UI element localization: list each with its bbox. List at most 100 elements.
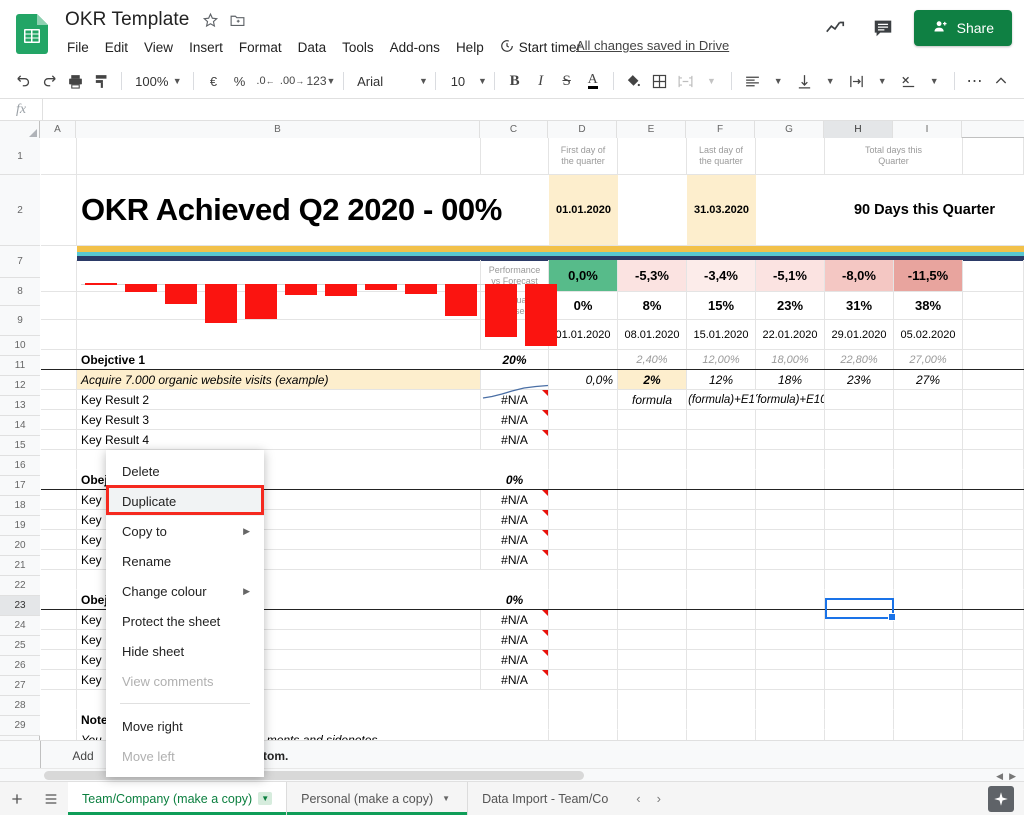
cell-h24[interactable]: [825, 630, 894, 650]
horizontal-align-icon[interactable]: [739, 68, 765, 94]
cell-f23[interactable]: [687, 610, 756, 630]
menu-help[interactable]: Help: [448, 37, 492, 58]
cell-e1[interactable]: [618, 138, 687, 175]
cell-b10-objective1[interactable]: Obejctive 1: [77, 350, 481, 369]
row-header-7[interactable]: 7: [0, 246, 40, 278]
cell-d19[interactable]: [549, 530, 618, 550]
cell-c23-na[interactable]: #N/A: [481, 610, 549, 630]
cell-a18[interactable]: [41, 510, 77, 530]
cell-f9-date[interactable]: 15.01.2020: [687, 320, 756, 350]
cell-i7-perf[interactable]: -11,5%: [894, 260, 963, 292]
italic-button[interactable]: I: [528, 68, 554, 94]
menu-file[interactable]: File: [62, 37, 97, 58]
cell-e24[interactable]: [618, 630, 687, 650]
font-size-selector[interactable]: 10 ▼: [443, 74, 487, 89]
cell-g22[interactable]: [756, 590, 825, 609]
cell-d8[interactable]: 0%: [549, 292, 618, 320]
cell-a1[interactable]: [41, 138, 77, 175]
cell-h27[interactable]: [825, 690, 894, 710]
context-menu-item-copy-to[interactable]: Copy to ▶: [106, 516, 264, 546]
increase-decimal-button[interactable]: .00 →: [278, 68, 305, 94]
cell-f21[interactable]: [687, 570, 756, 590]
cell-e8[interactable]: 8%: [618, 292, 687, 320]
cell-j16[interactable]: [963, 470, 1024, 489]
cell-d27[interactable]: [549, 690, 618, 710]
cell-d16[interactable]: [549, 470, 618, 489]
cell-a7[interactable]: [41, 260, 77, 292]
cell-a23[interactable]: [41, 610, 77, 630]
cell-h15[interactable]: [825, 450, 894, 470]
cell-g27[interactable]: [756, 690, 825, 710]
cell-b7[interactable]: [77, 260, 481, 292]
cell-e2[interactable]: [618, 175, 687, 246]
cell-d1[interactable]: First day of the quarter: [549, 138, 618, 175]
cell-c17-na[interactable]: #N/A: [481, 490, 549, 510]
cell-h8[interactable]: 31%: [825, 292, 894, 320]
menu-insert[interactable]: Insert: [181, 37, 231, 58]
row-header-1[interactable]: 1: [0, 138, 40, 175]
cell-e7-perf[interactable]: -5,3%: [618, 260, 687, 292]
cell-a13[interactable]: [41, 410, 77, 430]
cell-g9-date[interactable]: 22.01.2020: [756, 320, 825, 350]
cell-a2[interactable]: [41, 175, 77, 246]
cell-i15[interactable]: [894, 450, 963, 470]
row-header-13[interactable]: 13: [0, 396, 40, 416]
cell-h16[interactable]: [825, 470, 894, 489]
cell-f1[interactable]: Last day of the quarter: [687, 138, 756, 175]
context-menu-item-rename[interactable]: Rename: [106, 546, 264, 576]
vertical-align-icon[interactable]: [791, 68, 817, 94]
cell-f24[interactable]: [687, 630, 756, 650]
cell-b12-kr[interactable]: Key Result 2: [77, 390, 481, 410]
cell-g8[interactable]: 23%: [756, 292, 825, 320]
cell-d15[interactable]: [549, 450, 618, 470]
row-header-27[interactable]: 27: [0, 676, 40, 696]
comments-icon[interactable]: [866, 11, 900, 45]
cell-j11[interactable]: [963, 370, 1024, 390]
row-header-10[interactable]: 10: [0, 336, 40, 356]
cell-d14[interactable]: [549, 430, 618, 450]
cell-i12[interactable]: [894, 390, 963, 410]
cell-g25[interactable]: [756, 650, 825, 670]
cell-e11[interactable]: 2%: [618, 370, 687, 390]
cell-i8[interactable]: 38%: [894, 292, 963, 320]
cell-f18[interactable]: [687, 510, 756, 530]
column-header-e[interactable]: E: [617, 121, 686, 138]
row-header-17[interactable]: 17: [0, 476, 40, 496]
cell-d21[interactable]: [549, 570, 618, 590]
cell-d7-perf[interactable]: 0,0%: [549, 260, 618, 292]
cell-a26[interactable]: [41, 670, 77, 690]
cell-e28[interactable]: [618, 710, 687, 730]
cell-d24[interactable]: [549, 630, 618, 650]
cell-h13[interactable]: [825, 410, 894, 430]
row-header-8[interactable]: 8: [0, 278, 40, 306]
cell-h17[interactable]: [825, 490, 894, 510]
row-header-22[interactable]: 22: [0, 576, 40, 596]
context-menu-item-change-colour[interactable]: Change colour ▶: [106, 576, 264, 606]
row-header-11[interactable]: 11: [0, 356, 40, 376]
cell-i18[interactable]: [894, 510, 963, 530]
menu-data[interactable]: Data: [290, 37, 335, 58]
strikethrough-button[interactable]: S: [554, 68, 580, 94]
cell-j19[interactable]: [963, 530, 1024, 550]
cell-a14[interactable]: [41, 430, 77, 450]
cell-a9[interactable]: [41, 320, 77, 350]
cell-f8[interactable]: 15%: [687, 292, 756, 320]
row-header-20[interactable]: 20: [0, 536, 40, 556]
cell-i17[interactable]: [894, 490, 963, 510]
row-header-19[interactable]: 19: [0, 516, 40, 536]
column-header-c[interactable]: C: [480, 121, 548, 138]
row-header-2[interactable]: 2: [0, 175, 40, 246]
cell-c24-na[interactable]: #N/A: [481, 630, 549, 650]
cell-d23[interactable]: [549, 610, 618, 630]
row-header-15[interactable]: 15: [0, 436, 40, 456]
cell-a17[interactable]: [41, 490, 77, 510]
cell-e9-date[interactable]: 08.01.2020: [618, 320, 687, 350]
cell-g26[interactable]: [756, 670, 825, 690]
sheet-tab-data-import[interactable]: Data Import - Team/Co: [468, 782, 622, 815]
cell-c20-na[interactable]: #N/A: [481, 550, 549, 570]
cell-j8[interactable]: [963, 292, 1024, 320]
cell-i23[interactable]: [894, 610, 963, 630]
activity-trend-icon[interactable]: [818, 11, 852, 45]
cell-e13[interactable]: [618, 410, 687, 430]
cell-c8-quarter-label[interactable]: % of Quarter Passed: [481, 292, 549, 320]
